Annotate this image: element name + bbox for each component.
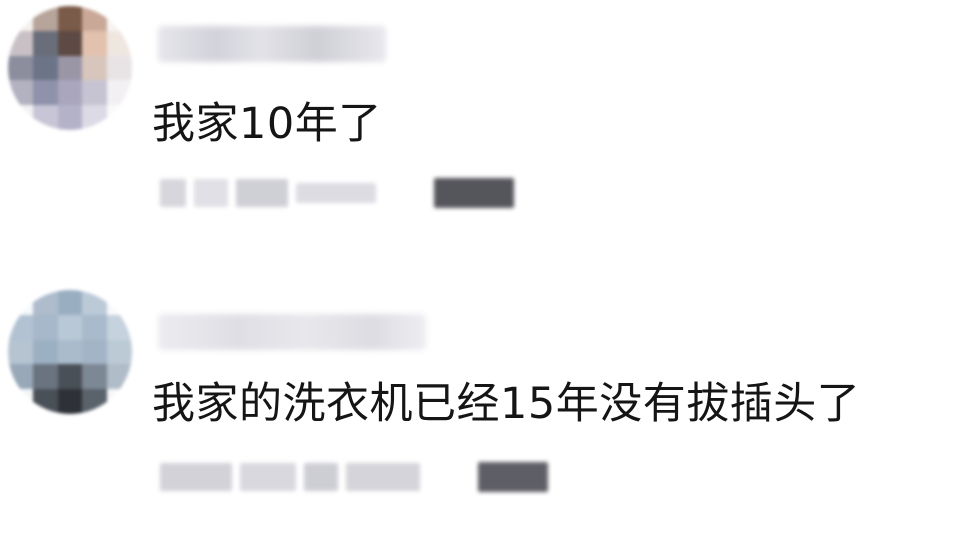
- comment-text: 我家10年了: [152, 99, 382, 149]
- avatar[interactable]: [8, 290, 132, 414]
- timestamp-blurred: [160, 463, 232, 491]
- timestamp-blurred: [240, 463, 296, 491]
- timestamp-blurred: [304, 463, 338, 491]
- location-blurred: [296, 183, 376, 203]
- username-blurred[interactable]: [158, 314, 426, 350]
- comment-text: 我家的洗衣机已经15年没有拔插头了: [152, 379, 861, 429]
- comment-meta-blurred: [160, 176, 514, 210]
- reply-button[interactable]: [434, 178, 514, 208]
- timestamp-blurred: [160, 179, 186, 207]
- avatar-pixelated-image: [8, 6, 132, 130]
- reply-button[interactable]: [478, 462, 548, 492]
- timestamp-blurred: [236, 179, 288, 207]
- timestamp-blurred: [194, 179, 228, 207]
- username-blurred[interactable]: [158, 26, 386, 62]
- comment-item: 我家的洗衣机已经15年没有拔插头了: [0, 270, 954, 536]
- avatar[interactable]: [8, 6, 132, 130]
- comment-item: 我家10年了: [0, 0, 954, 270]
- location-blurred: [346, 463, 420, 491]
- comment-meta-blurred: [160, 460, 548, 494]
- avatar-pixelated-image: [8, 290, 132, 414]
